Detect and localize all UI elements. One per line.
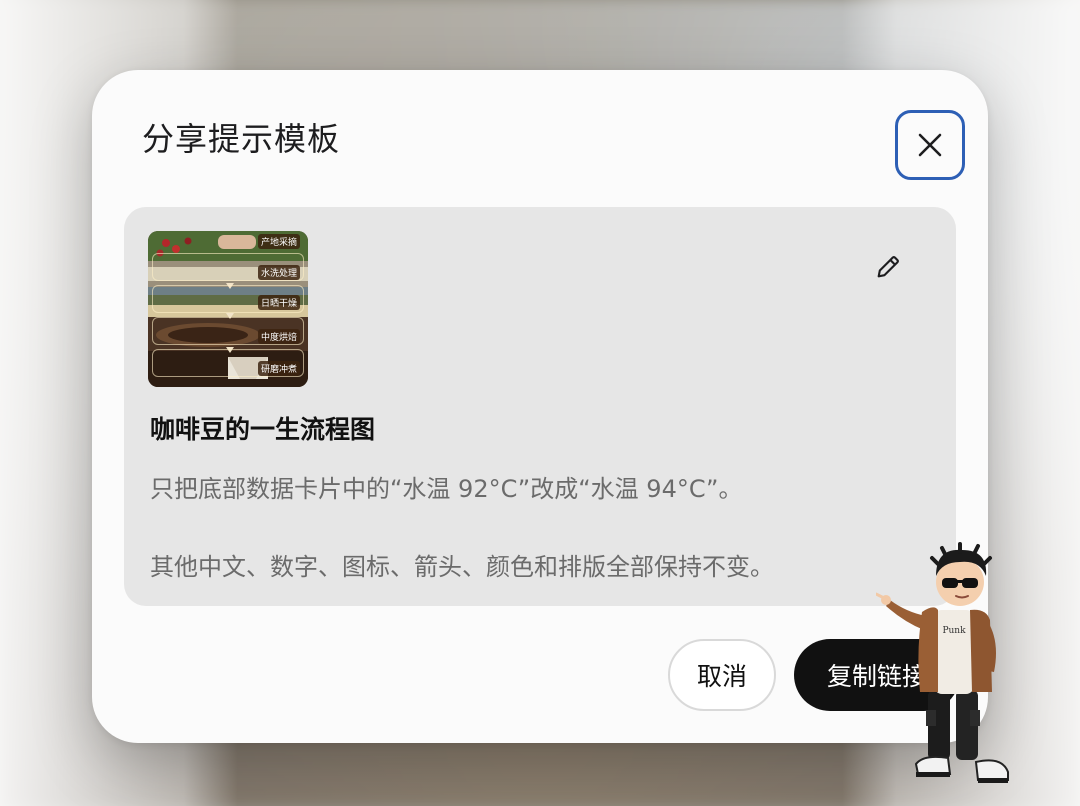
dialog-title: 分享提示模板	[142, 120, 341, 158]
thumbnail-step-label: 中度烘焙	[257, 329, 300, 344]
cancel-button[interactable]: 取消	[668, 639, 776, 711]
share-template-dialog: 分享提示模板 产地采摘 水洗处理 日晒干燥 中度烘焙 研磨冲煮 咖啡豆的一生流程…	[92, 70, 988, 743]
template-card: 产地采摘 水洗处理 日晒干燥 中度烘焙 研磨冲煮 咖啡豆的一生流程图 只把底部数…	[124, 207, 956, 606]
close-icon	[918, 133, 942, 157]
thumbnail-step-label: 水洗处理	[257, 265, 300, 280]
prompt-text-line-2: 其他中文、数字、图标、箭头、颜色和排版全部保持不变。	[150, 553, 774, 581]
thumbnail-step-label: 研磨冲煮	[257, 361, 300, 376]
mascot-shirt-text: Punk	[942, 626, 966, 636]
pencil-icon	[877, 256, 899, 278]
close-button[interactable]	[895, 110, 965, 180]
mascot-character: Punk	[874, 542, 1016, 792]
thumbnail-step-label: 日晒干燥	[257, 295, 300, 310]
prompt-text-line-1: 只把底部数据卡片中的“水温 92°C”改成“水温 94°C”。	[150, 475, 743, 503]
edit-button[interactable]	[870, 249, 906, 285]
thumbnail-step-label: 产地采摘	[257, 234, 300, 249]
template-thumbnail[interactable]: 产地采摘 水洗处理 日晒干燥 中度烘焙 研磨冲煮	[148, 231, 308, 387]
template-title: 咖啡豆的一生流程图	[150, 415, 376, 444]
